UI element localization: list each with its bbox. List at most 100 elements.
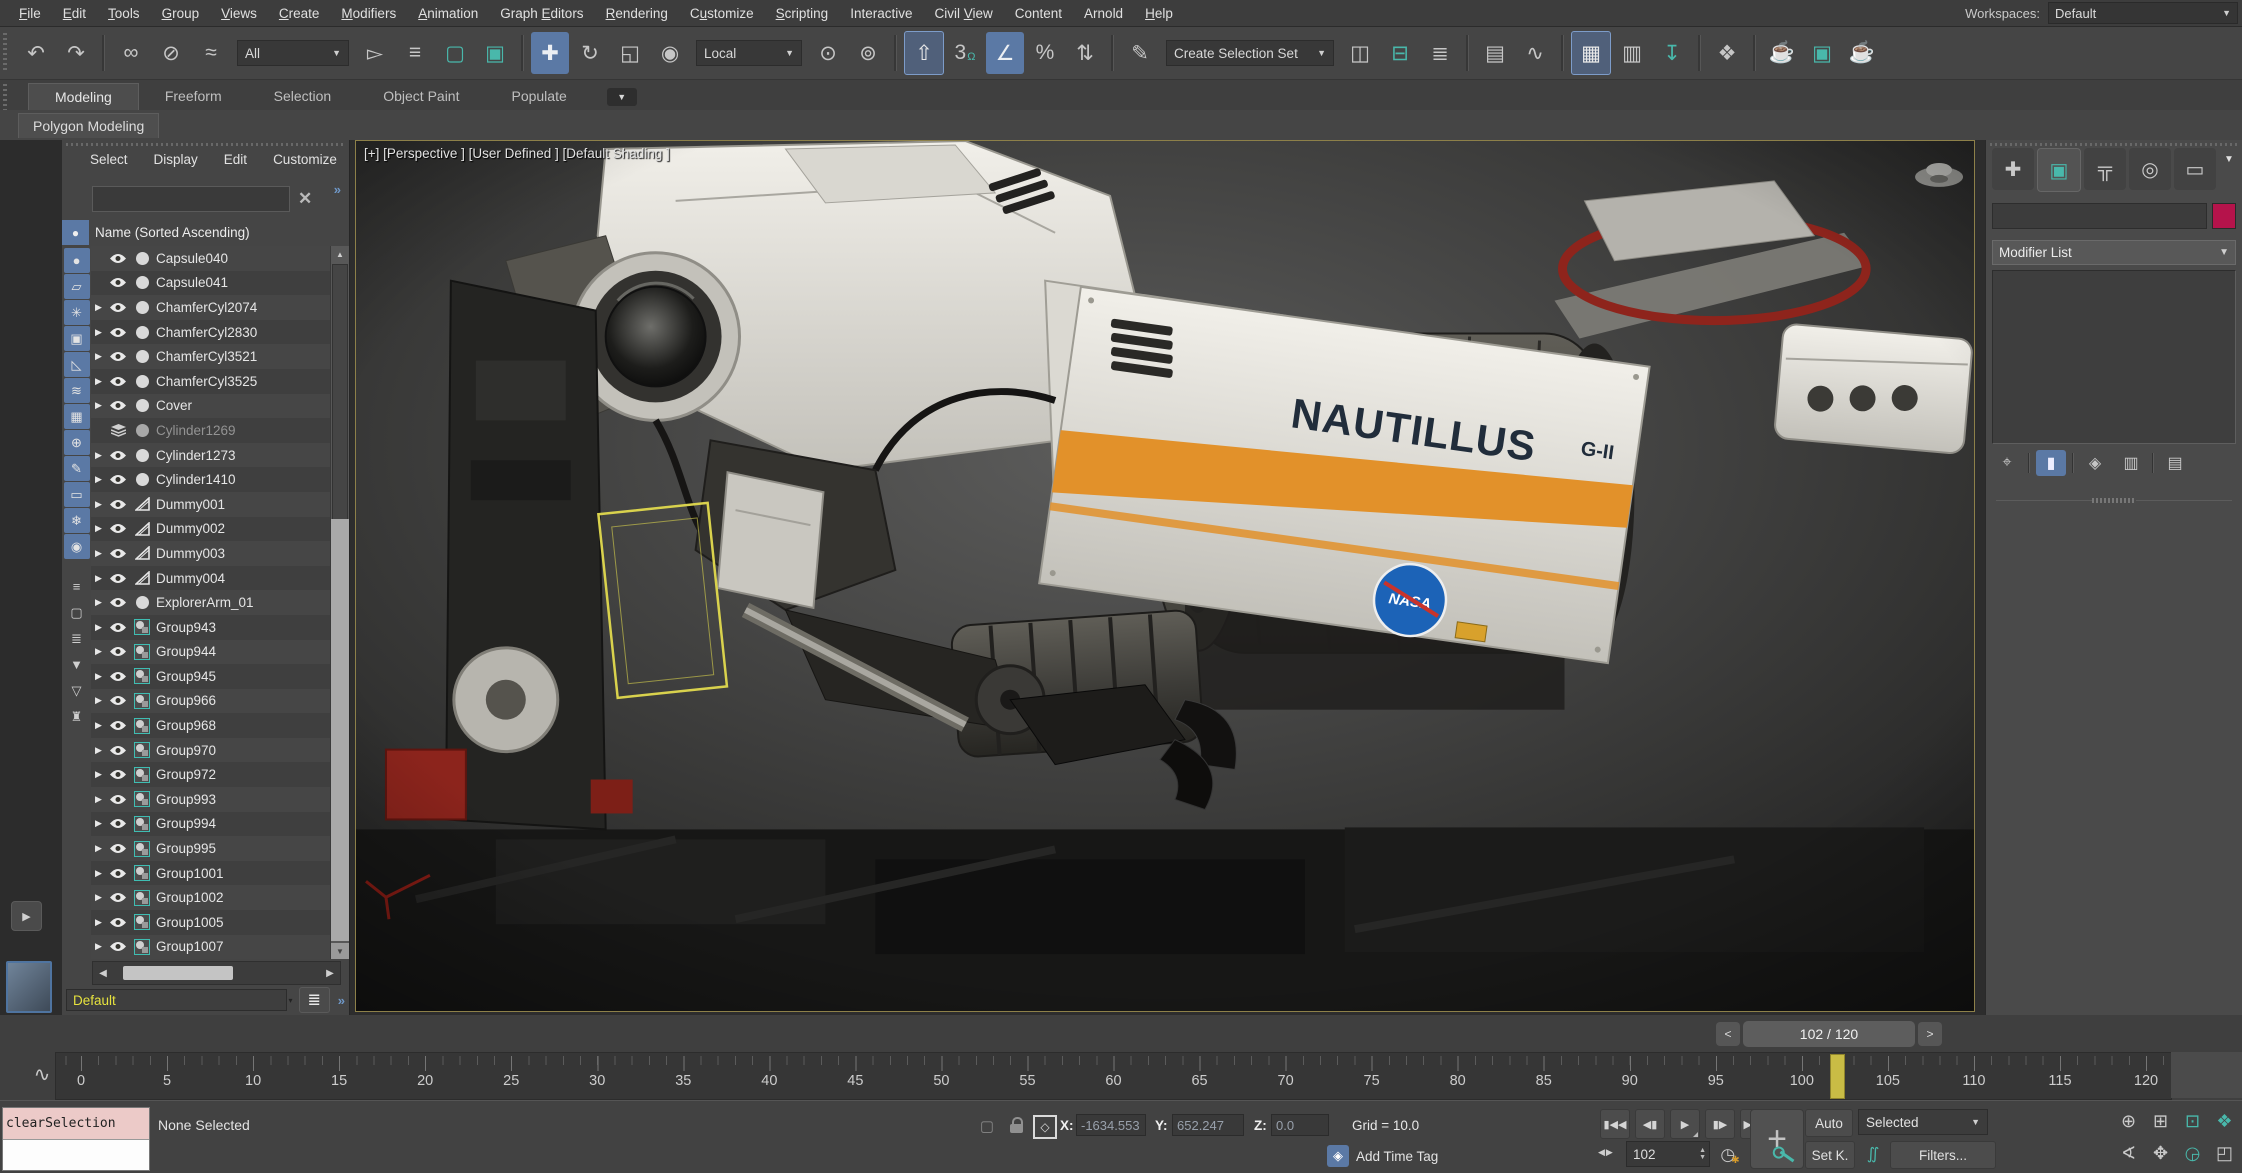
edit-named-selection-sets-button[interactable]: ✎ — [1121, 32, 1159, 74]
snaps-toggle[interactable]: 3Ω — [946, 32, 984, 74]
visibility-eye-icon[interactable] — [106, 671, 130, 682]
scene-object-row[interactable]: ▶Group994 — [91, 812, 330, 837]
expand-icon[interactable]: ▶ — [91, 597, 106, 608]
explorer-menu-edit[interactable]: Edit — [224, 152, 247, 167]
active-layer-field[interactable] — [66, 989, 287, 1011]
configure-modifier-sets-button[interactable]: ▤ — [2160, 450, 2190, 476]
toggle-ribbon-button[interactable]: ▦ — [1571, 31, 1611, 75]
menu-arnold[interactable]: Arnold — [1073, 6, 1134, 21]
display-helpers-filter[interactable]: ◺ — [64, 352, 90, 377]
scene-object-row[interactable]: ▶Group944 — [91, 640, 330, 665]
spinner-icon[interactable]: ▲▼ — [1699, 1147, 1709, 1161]
next-frame-slider-button[interactable]: > — [1918, 1022, 1942, 1046]
scrollbar-track[interactable] — [331, 519, 349, 941]
scene-object-row[interactable]: ▶Dummy004 — [91, 566, 330, 591]
scene-object-row[interactable]: ▶Group972 — [91, 762, 330, 787]
curve-editor-button[interactable]: ∿ — [1516, 32, 1554, 74]
scene-object-row[interactable]: ▶Group1005 — [91, 910, 330, 935]
command-tab-modify[interactable]: ▣ — [2037, 148, 2081, 192]
scene-object-row[interactable]: ▶Group966 — [91, 689, 330, 714]
menu-views[interactable]: Views — [210, 6, 268, 21]
select-and-uniform-scale-button[interactable]: ◱ — [611, 32, 649, 74]
z-coordinate-field[interactable] — [1271, 1114, 1329, 1136]
viewport-layout-tab[interactable] — [6, 961, 52, 1013]
activeshade-button[interactable]: ❖ — [1708, 32, 1746, 74]
render-setup-teapot-button[interactable]: ☕ — [1763, 32, 1801, 74]
layer-explorer-button[interactable]: ≣ — [1421, 32, 1459, 74]
next-frame-button[interactable]: ▮▶ — [1705, 1109, 1735, 1139]
expand-icon[interactable]: ▶ — [91, 622, 106, 633]
expand-icon[interactable]: ▶ — [91, 302, 106, 313]
selection-sets-button[interactable]: ♜ — [64, 704, 90, 729]
visibility-eye-icon[interactable] — [106, 818, 130, 829]
scene-object-row[interactable]: ▶Group1007 — [91, 935, 330, 959]
scene-object-row[interactable]: ▶ChamferCyl2830 — [91, 320, 330, 345]
auto-key-toggle[interactable]: Auto — [1805, 1109, 1853, 1137]
remove-modifier-button[interactable]: ▥ — [2116, 450, 2146, 476]
zoom-extents-button[interactable]: ⊡ — [2177, 1106, 2208, 1137]
selection-filter-dropdown[interactable]: All▼ — [237, 40, 349, 66]
render-setup-button[interactable]: ↧ — [1653, 32, 1691, 74]
scene-object-row[interactable]: ▶Group995 — [91, 836, 330, 861]
display-space-warps-filter[interactable]: ≋ — [64, 378, 90, 403]
visibility-eye-icon[interactable] — [106, 400, 130, 411]
scene-object-row[interactable]: ▶Group993 — [91, 787, 330, 812]
select-and-place-button[interactable]: ◉ — [651, 32, 689, 74]
scene-object-row[interactable]: ▶ChamferCyl3525 — [91, 369, 330, 394]
layer-stack-icon[interactable] — [106, 424, 130, 437]
key-selection-dropdown[interactable]: Selected ▼ — [1858, 1109, 1988, 1135]
filter-combinations-button[interactable]: ▼ — [64, 652, 90, 677]
expand-icon[interactable]: ▶ — [91, 769, 106, 780]
object-color-swatch[interactable] — [2212, 203, 2236, 229]
absolute-mode-toggle[interactable]: ◇ — [1033, 1115, 1057, 1139]
scroll-down-icon[interactable]: ▼ — [331, 943, 349, 959]
expand-icon[interactable]: ▶ — [91, 818, 106, 829]
selection-lock-toggle[interactable] — [1007, 1113, 1027, 1137]
scroll-left-icon[interactable]: ◀ — [93, 968, 113, 979]
viewport-label[interactable]: [+] [Perspective ] [User Defined ] [Defa… — [364, 146, 670, 161]
frame-step-icons[interactable]: ◀▶ — [1598, 1147, 1614, 1158]
menu-tools[interactable]: Tools — [97, 6, 151, 21]
render-production-button[interactable]: ☕ — [1843, 32, 1881, 74]
mirror-button[interactable]: ◫ — [1341, 32, 1379, 74]
previous-frame-button[interactable]: ◀▮ — [1635, 1109, 1665, 1139]
scene-object-row[interactable]: Capsule041 — [91, 271, 330, 296]
maximize-viewport-toggle[interactable]: ◰ — [2209, 1138, 2240, 1169]
visibility-eye-icon[interactable] — [106, 622, 130, 633]
previous-frame-slider-button[interactable]: < — [1716, 1022, 1740, 1046]
collapse-all-button[interactable]: ▢ — [64, 600, 90, 625]
select-and-rotate-button[interactable]: ↻ — [571, 32, 609, 74]
search-input[interactable] — [92, 186, 290, 212]
expand-icon[interactable]: ▶ — [91, 843, 106, 854]
explorer-menu-select[interactable]: Select — [90, 152, 128, 167]
frame-number-input[interactable] — [1627, 1146, 1699, 1163]
advanced-filter-button[interactable]: ▽ — [64, 678, 90, 703]
visibility-eye-icon[interactable] — [106, 302, 130, 313]
reference-coordinate-system-dropdown[interactable]: Local▼ — [696, 40, 802, 66]
ribbon-tab-freeform[interactable]: Freeform — [139, 83, 248, 110]
select-and-manipulate-button[interactable]: ⊚ — [849, 32, 887, 74]
scene-object-row[interactable]: ▶Group968 — [91, 713, 330, 738]
named-selection-sets-dropdown[interactable]: Create Selection Set▼ — [1166, 40, 1334, 66]
menu-content[interactable]: Content — [1004, 6, 1073, 21]
menu-group[interactable]: Group — [151, 6, 211, 21]
use-pivot-point-center-button[interactable]: ⊙ — [809, 32, 847, 74]
menu-help[interactable]: Help — [1134, 6, 1184, 21]
display-frozen-filter[interactable]: ❄ — [64, 508, 90, 533]
layer-field-flyout[interactable]: ▾ — [289, 996, 293, 1005]
keyboard-shortcut-override-toggle[interactable]: ⇧ — [904, 31, 944, 75]
visibility-eye-icon[interactable] — [106, 450, 130, 461]
scene-object-row[interactable]: ▶ChamferCyl2074 — [91, 295, 330, 320]
bind-to-space-warp-button[interactable]: ≈ — [192, 32, 230, 74]
scene-object-row[interactable]: ▶Dummy002 — [91, 517, 330, 542]
set-key-button[interactable]: Set K. — [1805, 1141, 1855, 1169]
scene-object-row[interactable]: ▶Dummy003 — [91, 541, 330, 566]
pan-view-button[interactable]: ✥ — [2145, 1138, 2176, 1169]
set-keys-button[interactable]: + — [1750, 1109, 1804, 1169]
select-and-link-button[interactable]: ∞ — [112, 32, 150, 74]
scene-object-row[interactable]: ▶Group945 — [91, 664, 330, 689]
scene-object-row[interactable]: ▶Dummy001 — [91, 492, 330, 517]
menu-edit[interactable]: Edit — [52, 6, 97, 21]
rectangular-selection-region-button[interactable]: ▢ — [436, 32, 474, 74]
visibility-eye-icon[interactable] — [106, 941, 130, 952]
